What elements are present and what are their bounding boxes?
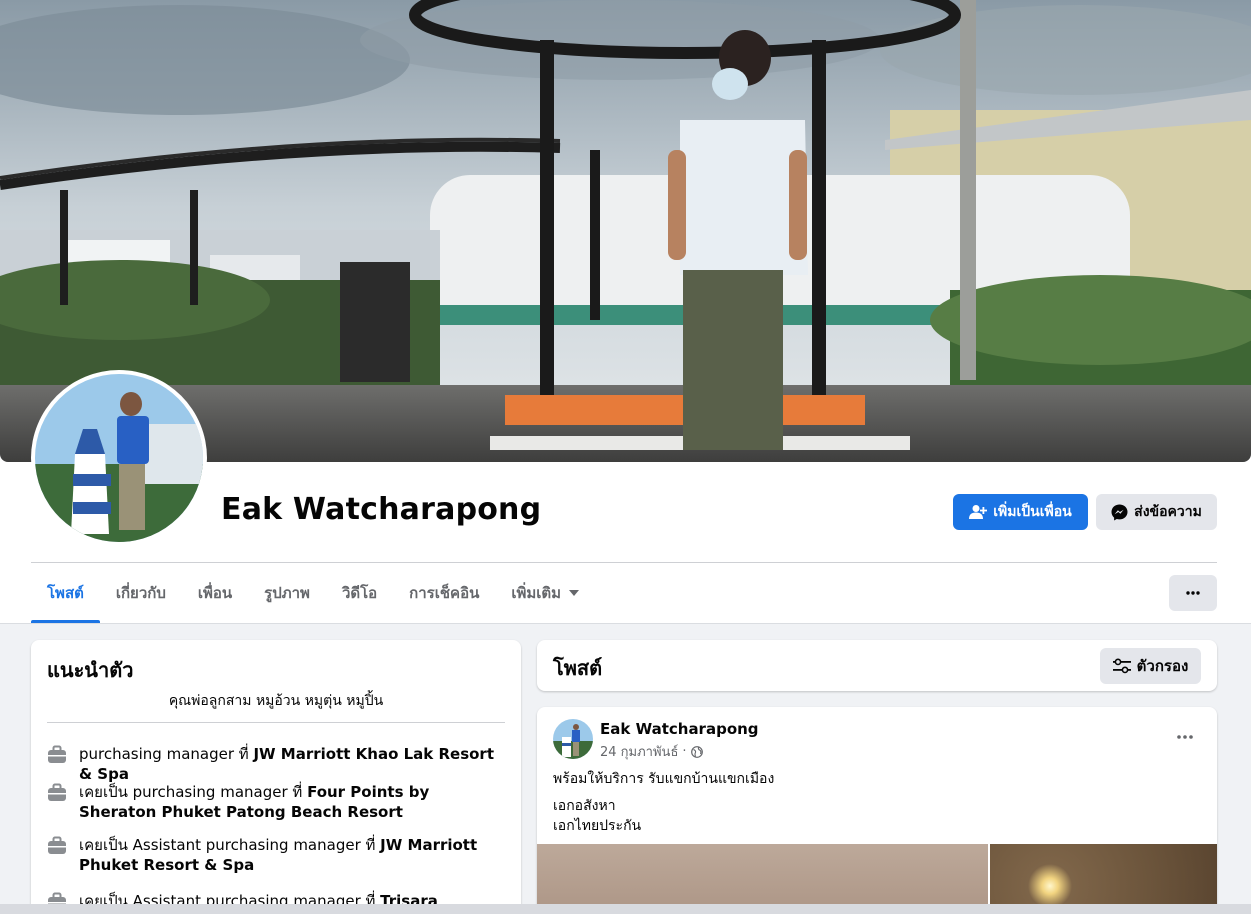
post-date[interactable]: 24 กุมภาพันธ์ xyxy=(600,741,678,762)
filter-label: ตัวกรอง xyxy=(1136,657,1189,675)
meta-separator: · xyxy=(682,744,687,759)
post-text-line: พร้อมให้บริการ รับแขกบ้านแขกเมือง xyxy=(553,771,775,787)
post-text-line: เอกไทยประกัน xyxy=(553,818,642,834)
tab-more-label: เพิ่มเติม xyxy=(511,584,562,602)
post-author-name[interactable]: Eak Watcharapong xyxy=(600,720,759,738)
briefcase-icon xyxy=(48,745,66,763)
caret-down-icon xyxy=(569,590,580,596)
tab-photos-label: รูปภาพ xyxy=(264,584,310,602)
profile-tabs: โพสต์ เกี่ยวกับ เพื่อน รูปภาพ วิดีโอ การ… xyxy=(31,563,595,623)
profile-avatar[interactable] xyxy=(31,370,207,546)
intro-title: แนะนำตัว xyxy=(47,658,134,682)
profile-name: Eak Watcharapong xyxy=(221,492,542,527)
posts-title: โพสต์ xyxy=(553,656,603,680)
tab-posts-label: โพสต์ xyxy=(47,584,84,602)
profile-header: Eak Watcharapong เพิ่มเป็นเพื่อน ส่งข้อค… xyxy=(0,0,1251,624)
message-button[interactable]: ส่งข้อความ xyxy=(1096,494,1217,530)
tab-friends-label: เพื่อน xyxy=(197,584,233,602)
tab-more[interactable]: เพิ่มเติม xyxy=(495,563,595,623)
post-author-avatar[interactable] xyxy=(553,719,593,759)
add-friend-label: เพิ่มเป็นเพื่อน xyxy=(993,504,1072,520)
tab-about-label: เกี่ยวกับ xyxy=(115,584,166,602)
globe-icon xyxy=(690,745,703,758)
message-label: ส่งข้อความ xyxy=(1134,504,1202,520)
page-separator xyxy=(0,623,1251,624)
cover-photo[interactable] xyxy=(0,0,1251,462)
post-text-line: เอกอสังหา xyxy=(553,798,616,814)
tab-videos-label: วิดีโอ xyxy=(341,584,378,602)
tab-videos[interactable]: วิดีโอ xyxy=(326,563,393,623)
post-card: Eak Watcharapong 24 กุมภาพันธ์ · พร้อมให… xyxy=(537,707,1217,914)
work-text: เคยเป็น Assistant purchasing manager ที่… xyxy=(79,835,507,875)
intro-bio: คุณพ่อลูกสาม หมูอ้วน หมูตุ่น หมูปิ้น xyxy=(168,693,384,709)
work-text: เคยเป็น purchasing manager ที่ Four Poin… xyxy=(79,782,507,822)
profile-more-options-button[interactable] xyxy=(1169,575,1217,611)
intro-divider xyxy=(47,722,505,723)
filter-button[interactable]: ตัวกรอง xyxy=(1100,648,1201,684)
briefcase-icon xyxy=(48,783,66,801)
work-role: เคยเป็น purchasing manager ที่ xyxy=(79,783,308,801)
tab-checkins[interactable]: การเช็คอิน xyxy=(393,563,495,623)
intro-card: แนะนำตัว คุณพ่อลูกสาม หมูอ้วน หมูตุ่น หม… xyxy=(31,640,521,914)
work-role: เคยเป็น Assistant purchasing manager ที่ xyxy=(79,836,381,854)
tab-friends[interactable]: เพื่อน xyxy=(182,563,248,623)
work-item: purchasing manager ที่ JW Marriott Khao … xyxy=(47,744,507,784)
bottom-taskbar-strip xyxy=(0,904,1251,914)
tab-photos[interactable]: รูปภาพ xyxy=(248,563,326,623)
work-item: เคยเป็น Assistant purchasing manager ที่… xyxy=(47,835,507,875)
work-role: purchasing manager ที่ xyxy=(79,745,254,763)
posts-header-card: โพสต์ ตัวกรอง xyxy=(537,640,1217,691)
post-options-button[interactable] xyxy=(1167,723,1203,751)
work-item: เคยเป็น purchasing manager ที่ Four Poin… xyxy=(47,782,507,822)
tab-about[interactable]: เกี่ยวกับ xyxy=(100,563,182,623)
work-text: purchasing manager ที่ JW Marriott Khao … xyxy=(79,744,507,784)
tab-checkins-label: การเช็คอิน xyxy=(409,584,480,602)
add-friend-button[interactable]: เพิ่มเป็นเพื่อน xyxy=(953,494,1088,530)
more-dots-icon xyxy=(1177,735,1193,739)
filter-sliders-icon xyxy=(1112,658,1131,674)
more-dots-icon xyxy=(1186,591,1200,595)
messenger-icon xyxy=(1111,504,1128,520)
add-friend-icon xyxy=(969,505,988,519)
post-meta: 24 กุมภาพันธ์ · xyxy=(600,741,703,762)
tab-posts[interactable]: โพสต์ xyxy=(31,563,100,623)
briefcase-icon xyxy=(48,836,66,854)
